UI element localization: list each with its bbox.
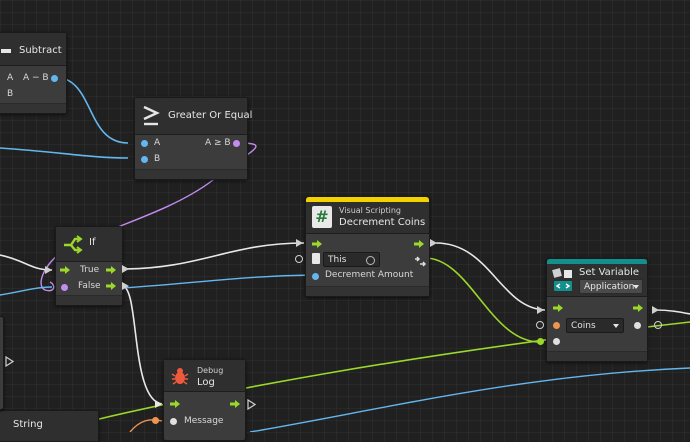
dropdown-caret-icon (633, 285, 639, 289)
set-output-port[interactable] (654, 321, 662, 329)
subtract-node[interactable]: Subtract A A − B B (0, 32, 67, 114)
variable-name-field[interactable]: Coins (566, 318, 624, 333)
wire-true-to-decrement (121, 242, 305, 270)
scope-dropdown[interactable]: Application (579, 279, 643, 294)
bug-icon (170, 366, 190, 386)
if-node[interactable]: If True False (55, 226, 123, 306)
decrement-enter-arrow (296, 239, 303, 247)
wire-set-exit (654, 309, 690, 315)
node-title: Log (197, 377, 215, 388)
wire-value-to-compare-b (0, 147, 129, 159)
wire-value-to-amount (121, 274, 315, 289)
value-port[interactable] (553, 338, 560, 345)
variable-icon (552, 268, 574, 292)
if-input-arrow (45, 266, 52, 274)
amount-port[interactable] (312, 273, 319, 280)
wire-value-into-if (0, 286, 53, 296)
port-a-label: A (154, 138, 161, 148)
node-title: Decrement Coins (339, 217, 426, 228)
script-icon (312, 253, 320, 264)
port-b-dot[interactable] (141, 156, 148, 163)
string-node[interactable]: String (0, 410, 99, 442)
node-footer (306, 286, 429, 296)
decrement-coins-node[interactable]: # Visual Scripting Decrement Coins This … (305, 196, 430, 297)
value-output-icon[interactable] (414, 253, 427, 267)
amount-label: Decrement Amount (325, 270, 414, 280)
set-value-input[interactable] (537, 338, 544, 345)
wire-blue-long (249, 367, 690, 432)
if-false-output-arrow (122, 282, 129, 290)
output-port[interactable] (233, 140, 240, 147)
offscreen-node-left[interactable] (0, 316, 4, 410)
enter-port[interactable] (170, 400, 180, 408)
node-footer (0, 103, 66, 113)
set-enter-arrow (537, 306, 544, 314)
message-label: Message (184, 416, 224, 426)
exit-port[interactable] (633, 304, 643, 312)
node-title: Subtract (19, 45, 62, 56)
enter-port[interactable] (553, 304, 563, 312)
node-title: String (13, 419, 43, 430)
false-port[interactable] (106, 282, 116, 290)
target-picker-icon[interactable] (366, 256, 375, 265)
port-a-label: A (7, 73, 14, 83)
decrement-exit-arrow (430, 239, 437, 247)
debug-log-node[interactable]: Debug Log Message (163, 359, 246, 441)
minus-icon (1, 49, 11, 53)
set-exit-arrow (652, 306, 659, 314)
node-footer (56, 295, 122, 305)
this-field[interactable]: This (323, 252, 380, 267)
scope-value: Application (584, 282, 635, 292)
node-title: Greater Or Equal (168, 110, 253, 121)
log-exit-port[interactable] (247, 399, 256, 410)
port-a-dot[interactable] (141, 140, 148, 147)
output-label: A − B (23, 73, 49, 83)
branch-icon (61, 233, 83, 255)
output-port[interactable] (51, 75, 58, 82)
if-true-output-arrow (122, 265, 129, 273)
log-enter-arrow (155, 400, 162, 408)
greater-or-equal-node[interactable]: Greater Or Equal A A ≥ B B (134, 97, 252, 180)
enter-port[interactable] (312, 240, 322, 248)
name-port[interactable] (553, 322, 560, 329)
log-message-input[interactable] (152, 417, 159, 424)
this-input-port[interactable] (295, 255, 303, 263)
node-footer (135, 169, 247, 179)
offscreen-flow-port[interactable] (5, 356, 14, 367)
set-name-input[interactable] (536, 321, 544, 329)
port-b-label: B (154, 154, 161, 164)
wire-false-to-log (121, 285, 163, 405)
wire-decrement-value-to-set (424, 257, 541, 343)
wire-decrement-to-set (435, 242, 546, 311)
condition-port[interactable] (61, 284, 68, 291)
node-footer (547, 351, 647, 361)
greater-equal-icon (141, 105, 161, 127)
true-port[interactable] (106, 266, 116, 274)
port-b-label: B (7, 89, 14, 99)
node-category: Debug (197, 366, 224, 375)
node-category: Visual Scripting (339, 206, 401, 215)
true-label: True (80, 265, 100, 275)
this-value: This (328, 255, 347, 265)
exit-port[interactable] (230, 400, 240, 408)
node-title: Set Variable (579, 267, 640, 278)
dropdown-caret-icon (613, 324, 619, 328)
variable-name-value: Coins (571, 321, 596, 331)
exit-port[interactable] (414, 240, 424, 248)
output-value-port[interactable] (634, 322, 641, 329)
false-label: False (78, 281, 101, 291)
output-label: A ≥ B (205, 138, 231, 148)
message-port[interactable] (170, 418, 177, 425)
hash-icon: # (312, 206, 332, 228)
set-variable-node[interactable]: Set Variable Application Coins (546, 258, 648, 362)
node-title: If (89, 237, 96, 248)
enter-port[interactable] (60, 266, 70, 274)
